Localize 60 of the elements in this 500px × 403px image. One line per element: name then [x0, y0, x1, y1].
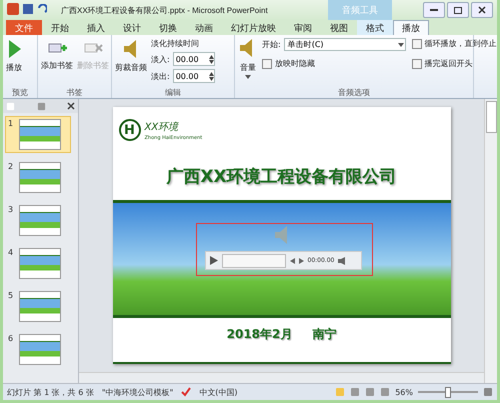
ribbon-tab[interactable]: 视图 [321, 20, 357, 35]
hide-checkbox[interactable]: 放映时隐藏 [262, 58, 406, 69]
fade-label: 淡入: [151, 54, 170, 64]
ribbon-tab[interactable]: 开始 [42, 20, 78, 35]
language: 中文(中国) [199, 386, 238, 398]
group-label: 编辑 [164, 87, 182, 98]
group-label: 书签 [66, 87, 84, 98]
slide-place: 南宁 [312, 326, 336, 343]
skip-arrows-icon[interactable] [290, 258, 304, 264]
horizontal-scrollbar[interactable] [79, 372, 484, 383]
slide-thumbnail[interactable]: 1 [5, 116, 71, 153]
start-dropdown[interactable]: 单击时(C) [284, 38, 406, 51]
group-label: 音频选项 [337, 87, 371, 98]
play-button[interactable]: 播放 [6, 38, 22, 73]
slide-title: 广西XX环境工程设备有限公司 [165, 166, 398, 188]
close-button[interactable] [471, 2, 493, 18]
fade-field[interactable]: 00.00 [172, 52, 215, 66]
slide-date: 2018年2月 [226, 326, 292, 343]
play-icon[interactable] [210, 256, 218, 265]
restore-button[interactable] [447, 2, 469, 18]
spinner-arrows-icon[interactable] [208, 72, 214, 80]
ribbon-tab[interactable]: 播放 [393, 20, 429, 35]
ribbon-tab[interactable]: 幻灯片放映 [222, 20, 285, 35]
volume-icon[interactable] [338, 256, 348, 264]
minimize-icon [430, 9, 438, 11]
ribbon-tab[interactable]: 设计 [114, 20, 150, 35]
ribbon-tab[interactable]: 审阅 [285, 20, 321, 35]
option-checkbox[interactable]: 循环播放，直到停止 [412, 38, 497, 49]
ribbon-tab[interactable]: 文件 [6, 20, 42, 35]
group-label: 预览 [11, 87, 29, 98]
close-icon[interactable] [67, 102, 75, 110]
caret-icon [245, 75, 251, 79]
zoom-level: 56% [395, 388, 413, 396]
fade-field[interactable]: 00.00 [172, 69, 215, 83]
minimize-button[interactable] [423, 2, 445, 18]
logo-text: XX环境 [144, 120, 180, 134]
fade-duration-label: 淡化持续时间 [151, 38, 200, 49]
theme-name: "中海环境公司模板" [102, 386, 174, 398]
ribbon-tab[interactable]: 切换 [150, 20, 186, 35]
undo-icon[interactable] [37, 4, 47, 14]
ribbon-tab[interactable]: 动画 [186, 20, 222, 35]
logo-mark: H [118, 119, 140, 141]
volume-button[interactable]: 音量 [238, 38, 258, 79]
ribbon-tab[interactable]: 插入 [78, 20, 114, 35]
context-tab-header: 音频工具 [328, 0, 392, 20]
close-icon [478, 6, 486, 14]
spinner-arrows-icon[interactable] [208, 54, 214, 64]
slide-info: 幻灯片 第 1 张，共 6 张 [7, 386, 94, 398]
ribbon-tab[interactable]: 格式 [357, 20, 393, 35]
caret-icon [396, 42, 405, 46]
start-label: 开始: [262, 39, 281, 50]
vertical-scrollbar[interactable] [484, 99, 497, 383]
trim-audio-button[interactable]: 剪裁音频 [115, 38, 147, 73]
spellcheck-icon[interactable] [181, 387, 192, 397]
window-title: 广西XX环境工程设备有限公司.pptx - Microsoft PowerPoint [61, 4, 268, 16]
restore-icon [454, 6, 462, 14]
fade-label: 淡出: [151, 70, 170, 82]
play-icon [6, 38, 22, 60]
option-checkbox[interactable]: 播完返回开头 [412, 58, 497, 69]
add-bookmark-button[interactable]: 添加书签 [41, 38, 73, 71]
